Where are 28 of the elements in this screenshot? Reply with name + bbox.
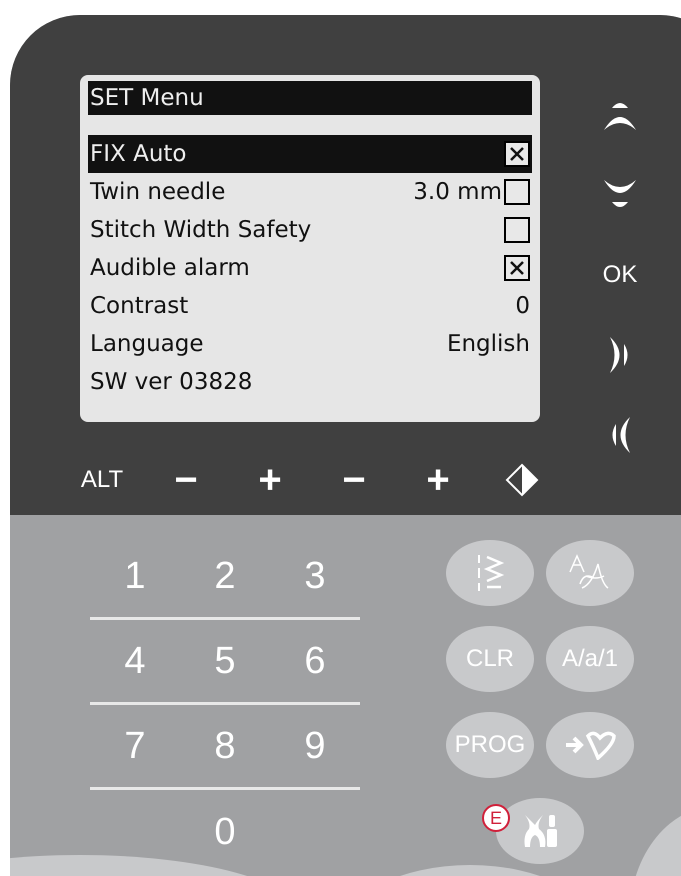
screen-title: SET Menu bbox=[88, 81, 532, 115]
menu-label: Stitch Width Safety bbox=[90, 216, 312, 245]
minus-button[interactable]: − bbox=[156, 460, 216, 500]
menu-row[interactable]: FIX Auto bbox=[88, 135, 532, 173]
checkbox[interactable] bbox=[504, 217, 530, 243]
plus-button[interactable]: + bbox=[240, 460, 300, 500]
menu-label: Twin needle bbox=[90, 178, 226, 207]
menu-label: Contrast bbox=[90, 292, 188, 321]
checkbox[interactable] bbox=[504, 179, 530, 205]
menu-label: SW ver 03828 bbox=[90, 368, 252, 397]
mirror-icon[interactable] bbox=[505, 463, 539, 497]
stitch-icon bbox=[475, 553, 505, 593]
cross-icon bbox=[508, 145, 526, 163]
menu-value: 0 bbox=[515, 292, 530, 321]
plus-button[interactable]: + bbox=[408, 460, 468, 500]
badge: E bbox=[482, 804, 510, 832]
checkbox[interactable] bbox=[504, 255, 530, 281]
menu-label: Language bbox=[90, 330, 204, 359]
checkbox[interactable] bbox=[504, 141, 530, 167]
menu-value: English bbox=[446, 330, 530, 359]
ok-button[interactable]: OK bbox=[602, 257, 638, 293]
alt-button[interactable]: ALT bbox=[72, 462, 132, 498]
arrow-heart-icon bbox=[564, 730, 616, 760]
menu-value: 3.0 mm bbox=[413, 178, 502, 207]
menu-label: Audible alarm bbox=[90, 254, 250, 283]
minus-button[interactable]: − bbox=[324, 460, 384, 500]
cross-icon bbox=[508, 259, 526, 277]
menu-label: FIX Auto bbox=[90, 140, 186, 169]
